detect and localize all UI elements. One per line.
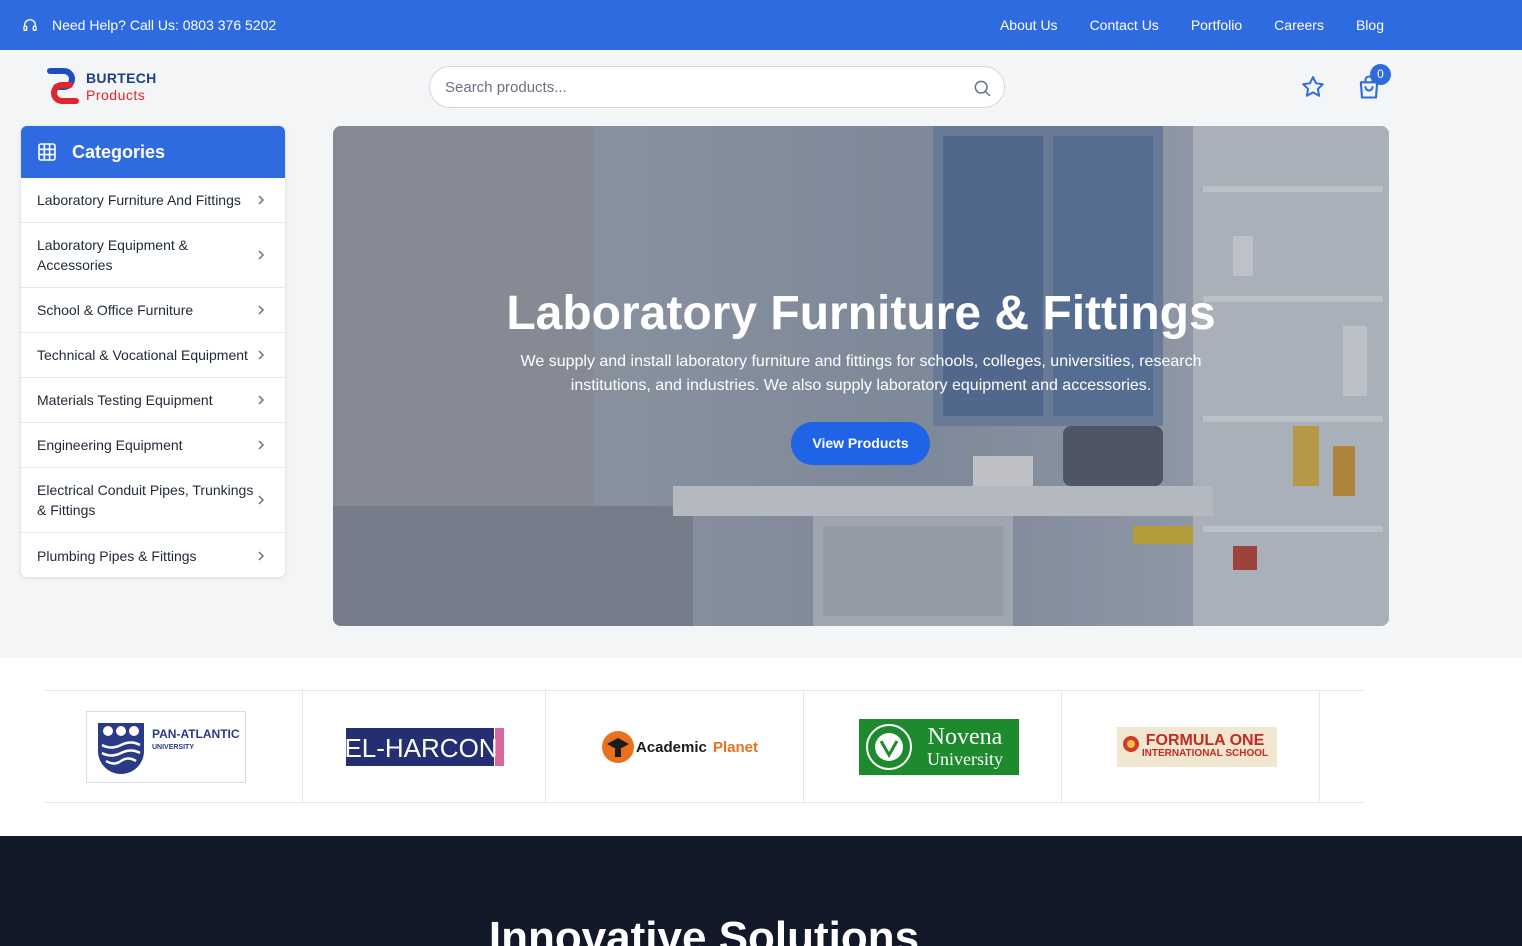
category-label: Engineering Equipment [37,437,183,453]
site-logo[interactable]: BURTECH Products [46,66,166,106]
chevron-right-icon [258,305,265,315]
chevron-right-icon [258,495,265,505]
headset-icon [23,19,37,31]
nav-blog[interactable]: Blog [1356,17,1384,33]
chevron-right-icon [258,350,265,360]
partners-section: PAN-ATLANTIC UNIVERSITY EL-HARCON Academ… [0,658,1522,836]
solutions-section: Innovative Solutions [0,836,1522,946]
category-label: Materials Testing Equipment [37,392,213,408]
nav-about-us[interactable]: About Us [1000,17,1058,33]
category-label: Plumbing Pipes & Fittings [37,547,197,564]
nav-careers[interactable]: Careers [1274,17,1324,33]
category-label: School & Office Furniture [37,302,194,318]
partner-card: EL-HARCON [288,691,546,802]
category-label: Electrical Conduit Pipes, Trunkings & Fi… [37,482,254,518]
search-icon[interactable] [972,78,992,98]
partner-name: Academic [636,739,707,756]
view-products-button[interactable]: View Products [791,422,930,465]
category-item[interactable]: Plumbing Pipes & Fittings [21,533,285,577]
search-box [429,66,1005,108]
logo-mark-icon [47,68,79,104]
search-input[interactable] [445,67,945,107]
chevron-right-icon [258,550,265,561]
chevron-right-icon [258,440,265,450]
cart-count-badge: 0 [1370,64,1391,85]
partner-name: PAN-ATLANTIC [152,727,240,741]
category-item[interactable]: Materials Testing Equipment [21,378,285,423]
novena-university-logo[interactable]: Novena University [859,711,1019,783]
partner-card: Academic Planet [546,691,804,802]
partner-name: Novena [928,724,1003,750]
section-title: Innovative Solutions [488,913,920,946]
category-item[interactable]: Technical & Vocational Equipment [21,333,285,378]
category-label: Technical & Vocational Equipment [37,347,248,363]
formula-one-school-logo[interactable]: FORMULA ONE INTERNATIONAL SCHOOL [1117,711,1277,783]
logo-line-2: Products [86,86,146,103]
partner-card: PAN-ATLANTIC UNIVERSITY [45,691,303,802]
category-item[interactable]: Laboratory Equipment & Accessories [21,223,285,288]
hero-title: Laboratory Furniture & Fittings [506,287,1216,340]
partner-subname: UNIVERSITY [152,744,194,751]
top-bar: Need Help? Call Us: 0803 376 5202 About … [0,0,1522,50]
logo-line-1: BURTECH [86,69,157,86]
category-item[interactable]: Engineering Equipment [21,423,285,468]
category-label: Laboratory Equipment & Accessories [37,237,188,273]
site-header: BURTECH Products 0 [0,50,1522,126]
partner-name: EL-HARCON [345,733,498,763]
category-item[interactable]: Electrical Conduit Pipes, Trunkings & Fi… [21,468,285,533]
help-line: Need Help? Call Us: 0803 376 5202 [22,0,276,50]
help-text: Need Help? Call Us: 0803 376 5202 [52,17,277,33]
chevron-right-icon [258,395,265,405]
partner-name: FORMULA ONE [1146,732,1265,749]
category-label: Laboratory Furniture And Fittings [37,192,241,208]
chevron-right-icon [258,250,265,260]
categories-title: Categories [72,141,166,162]
hero-banner: Laboratory Furniture & Fittings We suppl… [333,126,1389,626]
partner-name-2: University [927,749,1003,769]
grid-icon [38,143,56,161]
partner-card: Novena University [804,691,1062,802]
category-item[interactable]: School & Office Furniture [21,288,285,333]
academic-planet-logo[interactable]: Academic Planet [601,711,761,783]
category-item[interactable]: Laboratory Furniture And Fittings [21,178,285,223]
categories-panel: Categories Laboratory Furniture And Fitt… [21,126,285,577]
categories-header: Categories [21,126,285,178]
top-nav: About Us Contact Us Portfolio Careers Bl… [968,0,1384,50]
pan-atlantic-logo[interactable]: PAN-ATLANTIC UNIVERSITY [86,711,246,783]
chevron-right-icon [258,195,265,205]
partner-subname: INTERNATIONAL SCHOOL [1142,748,1268,759]
star-icon[interactable] [1300,74,1326,100]
nav-contact-us[interactable]: Contact Us [1090,17,1159,33]
el-harcon-logo[interactable]: EL-HARCON [345,711,505,783]
hero-description: We supply and install laboratory furnitu… [520,353,1202,394]
partner-name-2: Planet [713,739,758,756]
partners-strip: PAN-ATLANTIC UNIVERSITY EL-HARCON Academ… [45,690,1365,803]
nav-portfolio[interactable]: Portfolio [1191,17,1242,33]
partner-card: FORMULA ONE INTERNATIONAL SCHOOL [1062,691,1320,802]
